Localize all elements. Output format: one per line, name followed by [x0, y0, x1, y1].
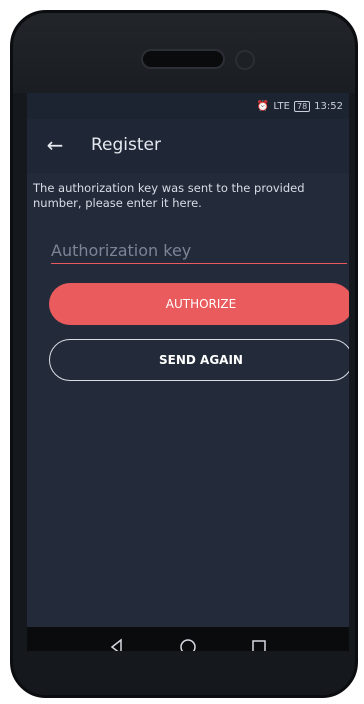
status-time: 13:52: [314, 101, 343, 112]
front-camera: [235, 50, 255, 70]
app-screen: ⏰ LTE 78 13:52 ← Register The authorizat…: [27, 93, 349, 641]
speaker-grill: [141, 49, 225, 69]
authorize-button[interactable]: AUTHORIZE: [49, 283, 349, 325]
authorization-key-placeholder: Authorization key: [51, 240, 192, 260]
status-bar: ⏰ LTE 78 13:52: [27, 93, 349, 119]
status-icons: ⏰ LTE 78 13:52: [257, 101, 343, 112]
arrow-left-icon[interactable]: ←: [43, 133, 67, 157]
instruction-text: The authorization key was sent to the pr…: [33, 181, 305, 210]
send-again-button[interactable]: SEND AGAIN: [49, 339, 349, 381]
phone-frame: ⏰ LTE 78 13:52 ← Register The authorizat…: [10, 10, 358, 698]
phone-bottom-bezel: [13, 651, 355, 695]
send-again-button-label: SEND AGAIN: [159, 353, 243, 367]
battery-icon: 78: [293, 101, 311, 112]
alarm-icon: ⏰: [256, 101, 270, 112]
authorization-key-field[interactable]: Authorization key: [51, 237, 347, 264]
page-title: Register: [91, 135, 161, 155]
phone-top-bezel: [13, 13, 355, 93]
app-bar: ← Register: [27, 119, 349, 173]
signal-icon: LTE: [273, 101, 290, 112]
authorize-button-label: AUTHORIZE: [165, 297, 237, 311]
